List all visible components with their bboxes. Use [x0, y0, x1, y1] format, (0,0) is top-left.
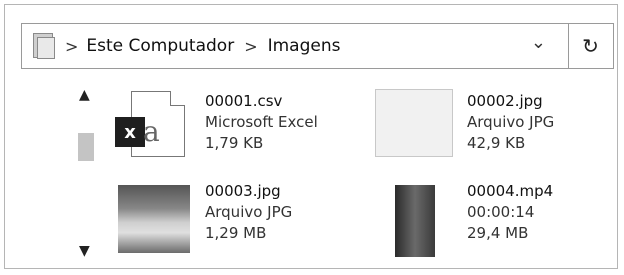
file-name: 00003.jpg — [205, 182, 281, 200]
file-type: Arquivo JPG — [205, 203, 293, 221]
video-thumbnail — [395, 185, 435, 257]
breadcrumb-item-imagens[interactable]: Imagens — [268, 36, 341, 56]
image-thumbnail — [375, 89, 453, 157]
file-type: Arquivo JPG — [467, 113, 555, 131]
breadcrumb-separator: > — [244, 36, 258, 56]
file-size: 1,29 MB — [205, 224, 267, 242]
file-item[interactable]: x a 00001.csv Microsoft Excel 1,79 KB — [115, 91, 345, 161]
file-item[interactable]: 00004.mp4 00:00:14 29,4 MB — [375, 179, 615, 259]
scroll-down-icon[interactable]: ▼ — [79, 243, 90, 259]
file-name: 00004.mp4 — [467, 182, 554, 200]
chevron-down-icon[interactable]: ⌄ — [531, 32, 546, 53]
refresh-button[interactable]: ↻ — [568, 23, 614, 69]
file-name: 00001.csv — [205, 92, 283, 110]
file-size: 42,9 KB — [467, 134, 526, 152]
file-item[interactable]: 00002.jpg Arquivo JPG 42,9 KB — [375, 89, 615, 161]
file-item[interactable]: 00003.jpg Arquivo JPG 1,29 MB — [115, 179, 355, 259]
breadcrumb-item-computer[interactable]: Este Computador — [86, 36, 234, 56]
scrollbar-thumb[interactable] — [78, 133, 94, 161]
address-bar[interactable]: > Este Computador > Imagens ⌄ — [21, 23, 569, 69]
file-duration: 00:00:14 — [467, 203, 535, 221]
folder-icon — [33, 33, 55, 59]
file-name: 00002.jpg — [467, 92, 543, 110]
refresh-icon: ↻ — [582, 34, 599, 58]
image-thumbnail — [118, 185, 190, 253]
file-size: 29,4 MB — [467, 224, 529, 242]
breadcrumb-separator: > — [65, 36, 79, 56]
explorer-window: > Este Computador > Imagens ⌄ ↻ ▲ ▼ x a … — [4, 4, 618, 269]
scroll-up-icon[interactable]: ▲ — [79, 87, 90, 103]
excel-file-icon: x a — [115, 91, 191, 159]
file-type: Microsoft Excel — [205, 113, 318, 131]
file-size: 1,79 KB — [205, 134, 264, 152]
